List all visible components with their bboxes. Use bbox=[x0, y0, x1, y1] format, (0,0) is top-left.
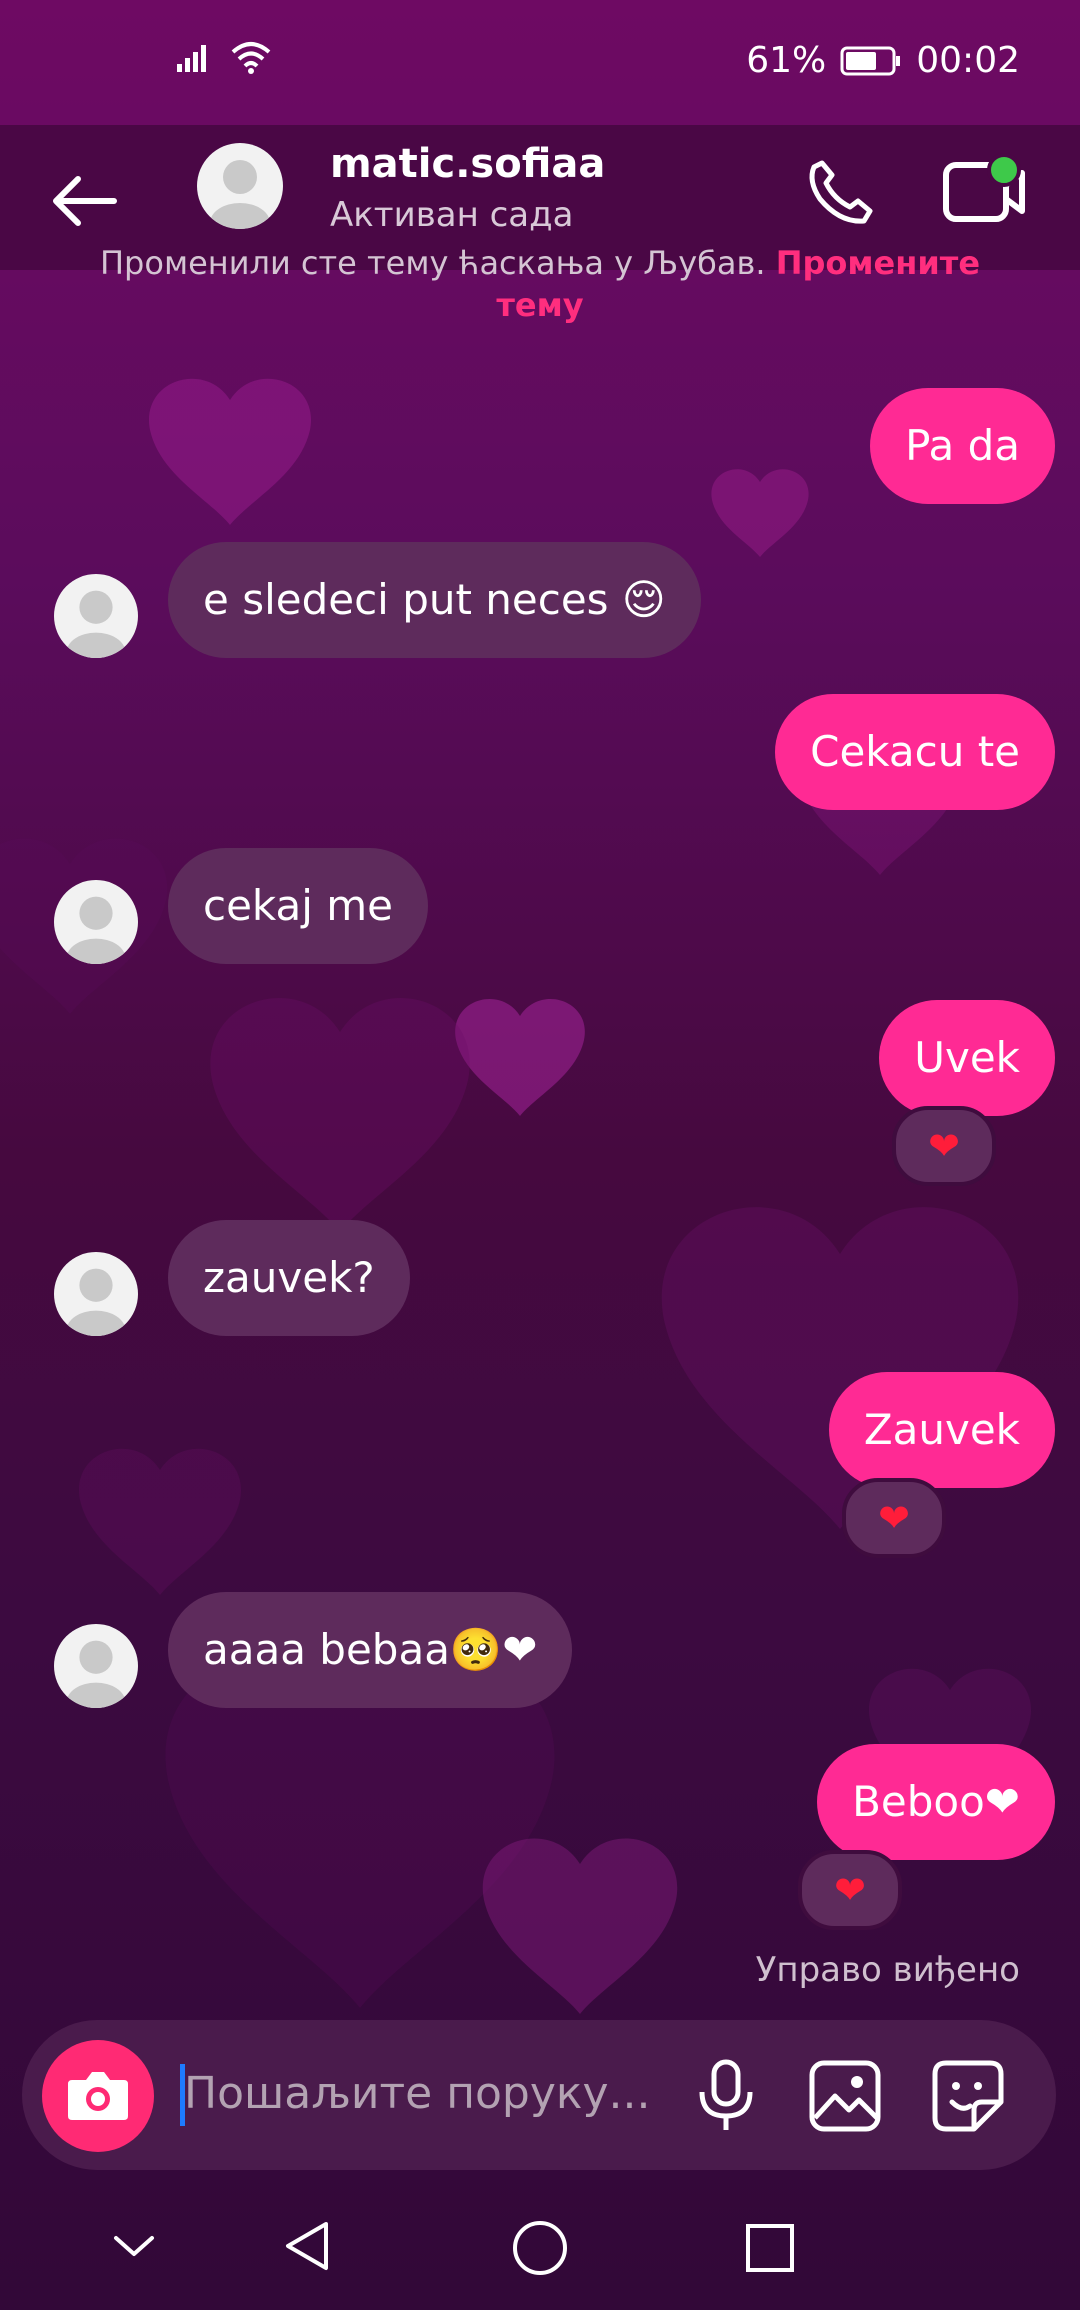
camera-button[interactable] bbox=[42, 2040, 154, 2152]
message-bubble-incoming[interactable]: e sledeci put neces 😌 bbox=[168, 542, 701, 658]
message-bubble-outgoing[interactable]: Beboo❤ bbox=[817, 1744, 1055, 1860]
heart-reaction[interactable]: ❤ bbox=[798, 1850, 902, 1930]
sender-avatar[interactable] bbox=[54, 574, 138, 658]
seen-indicator: Управо виђено bbox=[755, 1950, 1020, 1990]
microphone-icon[interactable] bbox=[690, 2058, 762, 2134]
battery-icon bbox=[840, 46, 901, 75]
message-bubble-outgoing[interactable]: Uvek bbox=[879, 1000, 1055, 1116]
clock: 00:02 bbox=[916, 40, 1020, 81]
signal-icon bbox=[177, 45, 206, 72]
wifi-icon bbox=[231, 42, 271, 74]
camera-icon bbox=[68, 2072, 128, 2120]
gallery-icon[interactable] bbox=[807, 2058, 883, 2134]
message-input[interactable]: Пошаљите поруку... bbox=[184, 2058, 654, 2130]
default-avatar-icon bbox=[210, 160, 270, 229]
default-avatar-icon bbox=[66, 896, 126, 964]
contact-username[interactable]: matic.sofiaa bbox=[330, 141, 605, 187]
sender-avatar[interactable] bbox=[54, 1624, 138, 1708]
message-bubble-outgoing[interactable]: Pa da bbox=[870, 388, 1055, 504]
activity-status: Активан сада bbox=[330, 195, 574, 235]
recents-square-icon[interactable] bbox=[744, 2222, 796, 2274]
heart-reaction[interactable]: ❤ bbox=[842, 1478, 946, 1558]
message-composer: Пошаљите поруку... bbox=[22, 2020, 1056, 2170]
message-bubble-outgoing[interactable]: Zauvek bbox=[828, 1372, 1055, 1488]
message-bubble-incoming[interactable]: aaaa bebaa🥺❤ bbox=[168, 1592, 573, 1708]
phone-icon[interactable] bbox=[800, 153, 880, 233]
sender-avatar[interactable] bbox=[54, 1252, 138, 1336]
default-avatar-icon bbox=[66, 1640, 126, 1708]
default-avatar-icon bbox=[66, 590, 126, 658]
contact-avatar[interactable] bbox=[197, 143, 283, 229]
message-bubble-outgoing[interactable]: Cekacu te bbox=[775, 694, 1055, 810]
battery-percent: 61% bbox=[746, 40, 827, 81]
home-circle-icon[interactable] bbox=[510, 2218, 570, 2278]
chevron-down-icon[interactable] bbox=[110, 2232, 158, 2262]
back-triangle-icon[interactable] bbox=[282, 2218, 332, 2274]
status-icons-right: 61% 00:02 bbox=[746, 40, 1020, 81]
online-indicator bbox=[987, 153, 1021, 187]
sticker-icon[interactable] bbox=[930, 2058, 1006, 2134]
status-bar: 61% 00:02 bbox=[0, 0, 1080, 125]
message-bubble-incoming[interactable]: cekaj me bbox=[168, 848, 429, 964]
back-arrow-icon[interactable] bbox=[48, 165, 120, 237]
navigation-bar bbox=[0, 2190, 1080, 2310]
theme-note-text: Променили сте тему ћаскања у Љубав. bbox=[99, 244, 766, 282]
message-bubble-incoming[interactable]: zauvek? bbox=[168, 1220, 410, 1336]
sender-avatar[interactable] bbox=[54, 880, 138, 964]
theme-change-note: Променили сте тему ћаскања у Љубав. Пром… bbox=[80, 242, 1000, 326]
heart-reaction[interactable]: ❤ bbox=[892, 1106, 996, 1186]
status-icons-left bbox=[175, 40, 273, 76]
default-avatar-icon bbox=[66, 1268, 126, 1336]
